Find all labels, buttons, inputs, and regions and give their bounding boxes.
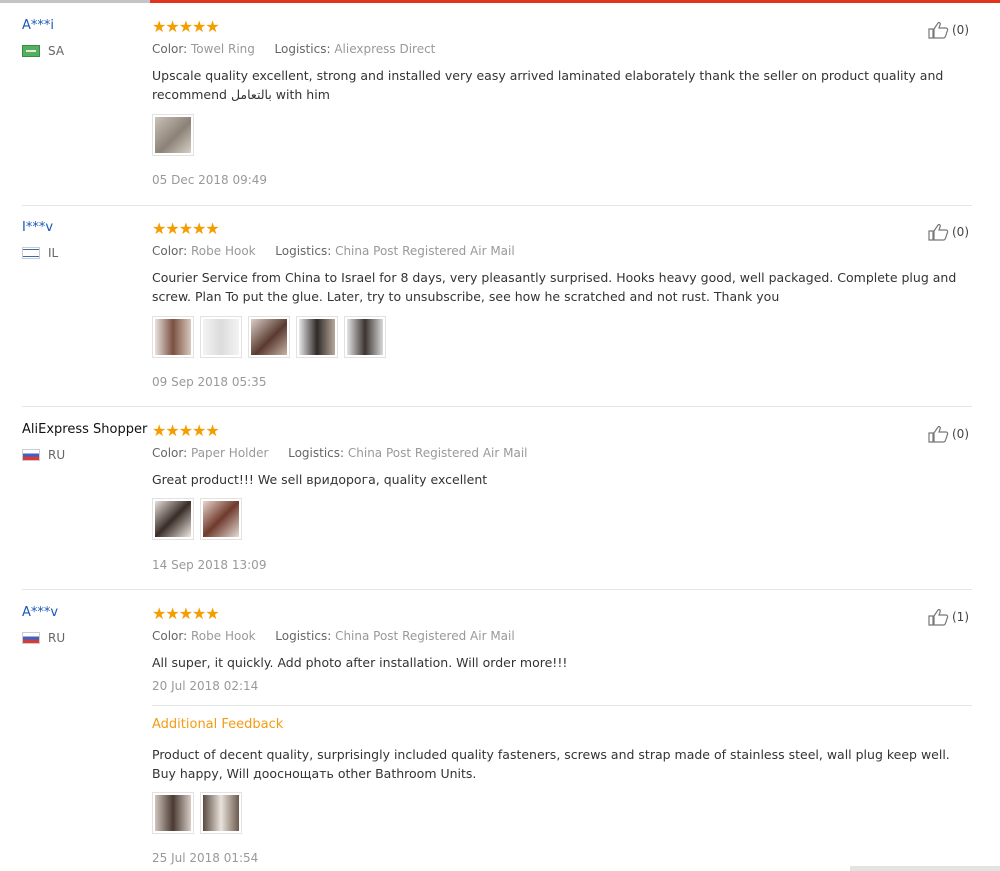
thumbs-up-icon bbox=[928, 609, 949, 626]
review-text: Great product!!! We sell вридорога, qual… bbox=[152, 472, 488, 487]
top-accent-bar bbox=[0, 0, 1000, 3]
additional-feedback-date: 25 Jul 2018 01:54 bbox=[152, 851, 259, 865]
country-code: RU bbox=[48, 631, 66, 645]
review-photo[interactable] bbox=[152, 792, 194, 834]
helpful-button[interactable]: (0) bbox=[928, 21, 969, 39]
review-photo[interactable] bbox=[152, 498, 194, 540]
color-value: Paper Holder bbox=[191, 446, 269, 460]
country-code: SA bbox=[48, 44, 65, 58]
review-photo[interactable] bbox=[152, 316, 194, 358]
review-photo[interactable] bbox=[248, 316, 290, 358]
logistics-value: China Post Registered Air Mail bbox=[335, 629, 515, 643]
top-bar-segment bbox=[0, 0, 150, 3]
thumbs-up-icon bbox=[928, 426, 949, 443]
helpful-button[interactable]: (0) bbox=[928, 425, 969, 443]
review-date: 09 Sep 2018 05:35 bbox=[152, 375, 267, 389]
additional-feedback-divider bbox=[152, 705, 972, 706]
logistics-label: Logistics: bbox=[275, 244, 332, 258]
order-attributes: Color: Robe Hook Logistics: China Post R… bbox=[152, 629, 515, 643]
color-value: Towel Ring bbox=[191, 42, 255, 56]
thumbs-up-icon bbox=[928, 224, 949, 241]
star-rating: ★★★★★ bbox=[152, 219, 220, 238]
order-attributes: Color: Towel Ring Logistics: Aliexpress … bbox=[152, 42, 435, 56]
thumbs-up-icon bbox=[928, 22, 949, 39]
review-text: Courier Service from China to Israel for… bbox=[152, 270, 957, 304]
order-attributes: Color: Paper Holder Logistics: China Pos… bbox=[152, 446, 528, 460]
star-rating: ★★★★★ bbox=[152, 421, 220, 440]
logistics-value: Aliexpress Direct bbox=[334, 42, 436, 56]
helpful-button[interactable]: (1) bbox=[928, 608, 969, 626]
additional-feedback-text: Product of decent quality, surprisingly … bbox=[152, 747, 950, 781]
photo-gallery bbox=[152, 792, 242, 834]
logistics-value: China Post Registered Air Mail bbox=[335, 244, 515, 258]
review-photo[interactable] bbox=[200, 498, 242, 540]
logistics-label: Logistics: bbox=[275, 629, 332, 643]
photo-gallery bbox=[152, 498, 242, 540]
helpful-count: (0) bbox=[952, 23, 969, 37]
helpful-count: (0) bbox=[952, 427, 969, 441]
review-photo[interactable] bbox=[200, 792, 242, 834]
reviewer-country: SA bbox=[22, 44, 64, 58]
reviewer-country: RU bbox=[22, 631, 65, 645]
reviewer-name[interactable]: I***v bbox=[22, 220, 53, 235]
logistics-label: Logistics: bbox=[288, 446, 345, 460]
review-photo[interactable] bbox=[152, 114, 194, 156]
review-divider bbox=[22, 205, 972, 206]
helpful-count: (1) bbox=[952, 610, 969, 624]
review-date: 20 Jul 2018 02:14 bbox=[152, 679, 259, 693]
color-label: Color: bbox=[152, 629, 188, 643]
order-attributes: Color: Robe Hook Logistics: China Post R… bbox=[152, 244, 515, 258]
review-photo[interactable] bbox=[344, 316, 386, 358]
flag-ru-icon bbox=[22, 449, 40, 461]
review-divider bbox=[22, 406, 972, 407]
reviewer-name[interactable]: A***v bbox=[22, 605, 58, 620]
reviewer-name: AliExpress Shopper bbox=[22, 422, 148, 437]
review-text: All super, it quickly. Add photo after i… bbox=[152, 655, 568, 670]
reviewer-name[interactable]: A***i bbox=[22, 18, 54, 33]
star-rating: ★★★★★ bbox=[152, 17, 220, 36]
color-label: Color: bbox=[152, 42, 188, 56]
reviewer-country: IL bbox=[22, 246, 58, 260]
color-label: Color: bbox=[152, 244, 188, 258]
flag-il-icon bbox=[22, 247, 40, 259]
scroll-indicator bbox=[850, 866, 1000, 871]
helpful-button[interactable]: (0) bbox=[928, 223, 969, 241]
photo-gallery bbox=[152, 316, 386, 358]
star-rating: ★★★★★ bbox=[152, 604, 220, 623]
review-text: Upscale quality excellent, strong and in… bbox=[152, 68, 944, 102]
review-photo[interactable] bbox=[296, 316, 338, 358]
review-date: 05 Dec 2018 09:49 bbox=[152, 173, 268, 187]
review-photo[interactable] bbox=[200, 316, 242, 358]
reviewer-country: RU bbox=[22, 448, 65, 462]
review-date: 14 Sep 2018 13:09 bbox=[152, 558, 267, 572]
flag-ru-icon bbox=[22, 632, 40, 644]
country-code: RU bbox=[48, 448, 66, 462]
helpful-count: (0) bbox=[952, 225, 969, 239]
logistics-label: Logistics: bbox=[274, 42, 331, 56]
flag-sa-icon bbox=[22, 45, 40, 57]
color-label: Color: bbox=[152, 446, 188, 460]
additional-feedback-title: Additional Feedback bbox=[152, 717, 284, 732]
country-code: IL bbox=[48, 246, 59, 260]
photo-gallery bbox=[152, 114, 194, 156]
logistics-value: China Post Registered Air Mail bbox=[347, 446, 528, 460]
color-value: Robe Hook bbox=[191, 629, 256, 643]
review-divider bbox=[22, 589, 972, 590]
color-value: Robe Hook bbox=[191, 244, 256, 258]
